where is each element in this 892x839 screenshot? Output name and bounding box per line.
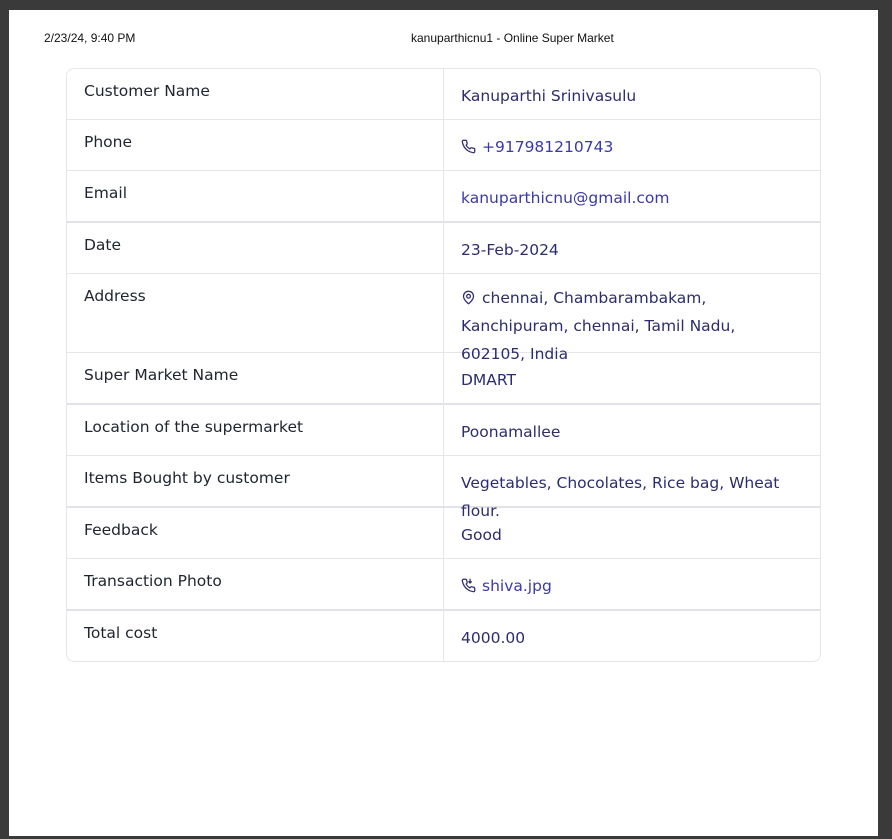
row-label: Items Bought by customer	[67, 456, 444, 506]
attachment-call-icon	[461, 578, 476, 593]
table-row-items-bought: Items Bought by customer Vegetables, Cho…	[67, 455, 820, 520]
table-row-phone: Phone +917981210743	[67, 119, 820, 170]
row-label: Customer Name	[67, 69, 444, 119]
row-label: Address	[67, 274, 444, 352]
customer-details-table: Customer Name Kanuparthi Srinivasulu Pho…	[66, 68, 821, 662]
table-row-supermarket-location: Location of the supermarket Poonamallee	[67, 403, 820, 455]
row-value: Vegetables, Chocolates, Rice bag, Wheat …	[461, 474, 780, 520]
row-label: Total cost	[67, 611, 444, 661]
table-row-total-cost: Total cost 4000.00	[67, 609, 820, 661]
transaction-photo-link[interactable]: shiva.jpg	[444, 559, 820, 609]
row-value: Kanuparthi Srinivasulu	[461, 87, 637, 105]
total-cost-value: 4000.00	[461, 629, 526, 647]
row-value: Poonamallee	[461, 423, 561, 441]
email-link[interactable]: kanuparthicnu@gmail.com	[444, 171, 820, 221]
table-row-address: Address chennai, Chambarambakam, Kanchip…	[67, 273, 820, 363]
row-label: Super Market Name	[67, 353, 444, 403]
print-page: 2/23/24, 9:40 PM kanuparthicnu1 - Online…	[9, 10, 878, 836]
row-label: Transaction Photo	[67, 559, 444, 609]
row-label: Location of the supermarket	[67, 405, 444, 455]
table-row-customer-name: Customer Name Kanuparthi Srinivasulu	[67, 69, 820, 119]
table-row-feedback: Feedback Good	[67, 506, 820, 558]
phone-number: +917981210743	[482, 138, 614, 156]
phone-link[interactable]: +917981210743	[444, 120, 820, 170]
print-title: kanuparthicnu1 - Online Super Market	[411, 31, 614, 45]
row-label: Feedback	[67, 508, 444, 558]
table-row-email: Email kanuparthicnu@gmail.com	[67, 170, 820, 221]
print-datetime: 2/23/24, 9:40 PM	[44, 31, 136, 45]
row-label: Phone	[67, 120, 444, 170]
table-row-super-market-name: Super Market Name DMART	[67, 352, 820, 403]
row-value: 23-Feb-2024	[461, 241, 559, 259]
print-header: 2/23/24, 9:40 PM kanuparthicnu1 - Online…	[9, 10, 878, 50]
row-label: Date	[67, 223, 444, 273]
row-value: Good	[461, 526, 502, 544]
transaction-photo-filename: shiva.jpg	[482, 577, 552, 595]
table-row-date: Date 23-Feb-2024	[67, 221, 820, 273]
address-text: chennai, Chambarambakam, Kanchipuram, ch…	[461, 289, 736, 363]
location-pin-icon	[461, 290, 476, 305]
phone-icon	[461, 139, 476, 154]
table-row-transaction-photo: Transaction Photo shiva.jpg	[67, 558, 820, 609]
address-value: chennai, Chambarambakam, Kanchipuram, ch…	[444, 274, 820, 363]
row-value: DMART	[461, 371, 517, 389]
row-label: Email	[67, 171, 444, 221]
